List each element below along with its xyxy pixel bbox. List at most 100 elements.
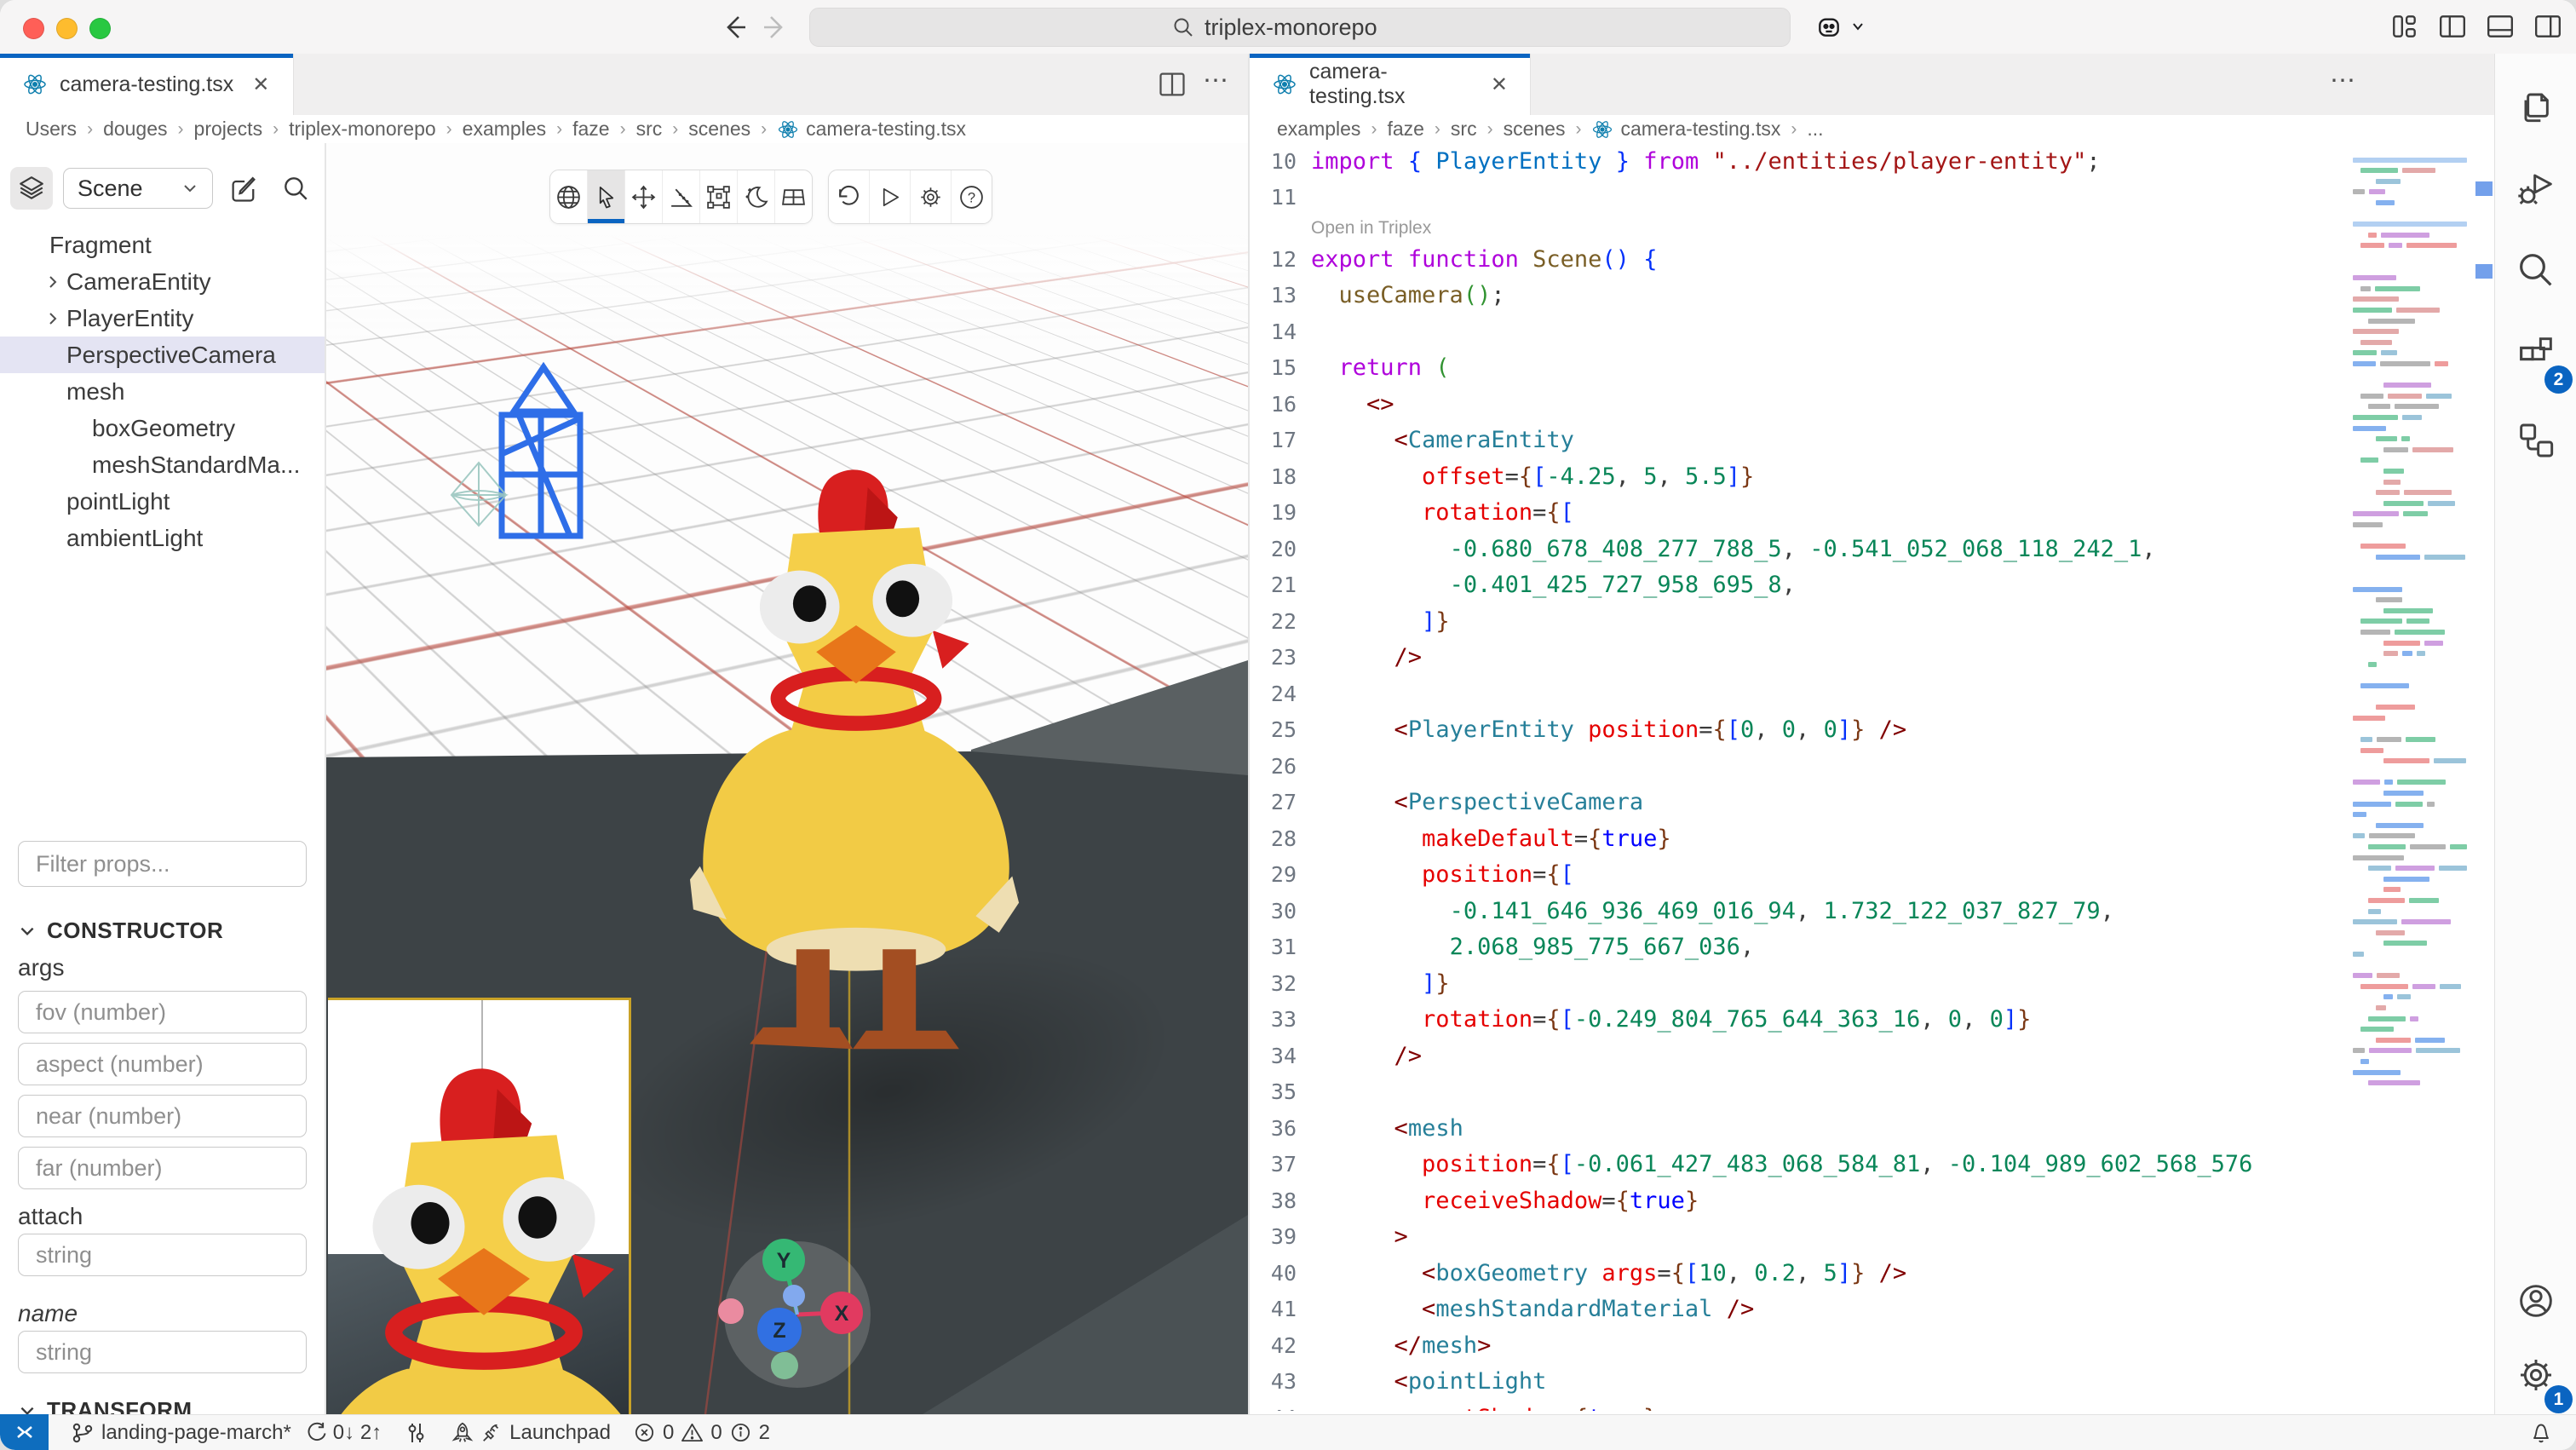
breadcrumb-item[interactable]: src — [1451, 118, 1477, 141]
neg-x-axis-ball[interactable] — [718, 1298, 744, 1324]
search-input[interactable] — [1203, 14, 1428, 42]
neg-z-axis-ball[interactable] — [783, 1285, 805, 1307]
code-text[interactable]: /> — [1311, 644, 1422, 670]
arg-input-fov[interactable] — [18, 991, 307, 1033]
customize-layout-icon[interactable] — [2390, 12, 2419, 41]
search-view-button[interactable] — [2516, 250, 2556, 291]
run-debug-button[interactable] — [2516, 169, 2556, 210]
sync-item[interactable]: 0↓ 2↑ — [303, 1421, 382, 1445]
play-button[interactable] — [870, 170, 911, 223]
constructor-section-header[interactable]: CONSTRUCTOR — [18, 918, 307, 944]
scene-selector[interactable]: Scene — [63, 168, 213, 209]
attach-input[interactable] — [18, 1234, 307, 1276]
breadcrumb-item[interactable]: Users — [26, 118, 77, 141]
toggle-left-panel-icon[interactable] — [2438, 12, 2467, 41]
flow-view-button[interactable] — [2516, 418, 2556, 459]
code-text[interactable]: position={[-0.061_427_483_068_584_81, -0… — [1311, 1151, 2252, 1177]
split-view-button[interactable] — [775, 170, 812, 223]
explorer-button[interactable] — [2516, 88, 2556, 129]
tab-close-icon[interactable]: ✕ — [1491, 72, 1508, 97]
toggle-bottom-panel-icon[interactable] — [2486, 12, 2515, 41]
code-text[interactable]: offset={[-4.25, 5, 5.5]} — [1311, 463, 1754, 490]
codelens-open-in-triplex[interactable]: Open in Triplex — [1311, 218, 1431, 239]
code-text[interactable]: <mesh — [1311, 1115, 1463, 1142]
code-text[interactable]: /> — [1311, 1043, 1422, 1069]
night-mode-button[interactable] — [738, 170, 775, 223]
breadcrumb-item[interactable]: projects — [194, 118, 263, 141]
code-text[interactable]: <PlayerEntity position={[0, 0, 0]} /> — [1311, 716, 1906, 743]
extensions-button[interactable]: 2 — [2516, 333, 2556, 374]
problems-item[interactable]: 0 0 2 — [633, 1421, 770, 1445]
breadcrumb-item[interactable]: camera-testing.tsx — [1591, 118, 1780, 141]
arg-input-aspect[interactable] — [18, 1043, 307, 1085]
arg-input-near[interactable] — [18, 1095, 307, 1137]
code-text[interactable]: -0.141_646_936_469_016_94, 1.732_122_037… — [1311, 898, 2114, 924]
git-branch-item[interactable]: landing-page-march* — [71, 1421, 291, 1445]
settings-button[interactable] — [911, 170, 952, 223]
launchpad-item[interactable]: Launchpad — [450, 1421, 611, 1445]
chevron-right-icon[interactable] — [44, 310, 66, 327]
select-tool-button[interactable] — [588, 170, 625, 223]
code-text[interactable]: <CameraEntity — [1311, 427, 1574, 453]
breadcrumb-item[interactable]: examples — [463, 118, 546, 141]
code-text[interactable]: </mesh> — [1311, 1332, 1491, 1359]
code-text[interactable]: castShadow={true} — [1311, 1405, 1657, 1411]
breadcrumb-item[interactable]: scenes — [1504, 118, 1566, 141]
split-editor-button[interactable] — [1157, 69, 1187, 100]
tree-item-fragment[interactable]: Fragment — [0, 227, 325, 263]
assistant-menu[interactable] — [1813, 10, 1866, 43]
breadcrumb-item[interactable]: scenes — [688, 118, 750, 141]
ports-item[interactable] — [404, 1421, 428, 1445]
breadcrumb-item[interactable]: ... — [1807, 118, 1823, 141]
remote-indicator[interactable] — [0, 1414, 49, 1450]
tree-item-perspectivecamera[interactable]: PerspectiveCamera — [0, 337, 325, 373]
edit-scene-button[interactable] — [228, 174, 259, 204]
forward-button[interactable] — [761, 13, 790, 42]
translate-tool-button[interactable] — [625, 170, 663, 223]
arg-input-far[interactable] — [18, 1147, 307, 1189]
rotate-tool-button[interactable] — [663, 170, 700, 223]
name-input[interactable] — [18, 1331, 307, 1373]
editor-more-actions-button[interactable]: ⋯ — [2330, 66, 2357, 95]
scale-tool-button[interactable] — [700, 170, 738, 223]
viewport-3d[interactable]: ? — [326, 143, 1248, 1414]
notifications-button[interactable] — [2528, 1420, 2554, 1446]
tree-item-playerentity[interactable]: PlayerEntity — [0, 300, 325, 337]
code-text[interactable]: return ( — [1311, 354, 1450, 381]
code-text[interactable]: rotation={[ — [1311, 499, 1574, 526]
code-area[interactable]: 10import { PlayerEntity } from "../entit… — [1250, 143, 2351, 1411]
code-text[interactable]: -0.401_425_727_958_695_8, — [1311, 572, 1796, 598]
code-text[interactable]: <> — [1311, 391, 1394, 417]
breadcrumb-item[interactable]: examples — [1277, 118, 1360, 141]
layers-button[interactable] — [10, 167, 53, 210]
left-more-actions-button[interactable]: ⋯ — [1203, 66, 1230, 95]
chicken-model[interactable] — [690, 465, 1022, 1051]
account-button[interactable] — [2516, 1280, 2556, 1321]
tree-item-boxgeometry[interactable]: boxGeometry — [0, 410, 325, 446]
project-search-bar[interactable] — [809, 8, 1791, 47]
editor-tab-camera-testing[interactable]: camera-testing.tsx ✕ — [1250, 54, 1531, 115]
breadcrumb-item[interactable]: triplex-monorepo — [289, 118, 436, 141]
tree-item-cameraentity[interactable]: CameraEntity — [0, 263, 325, 300]
tree-item-pointlight[interactable]: pointLight — [0, 483, 325, 520]
camera-helper-gizmo[interactable] — [502, 367, 580, 536]
breadcrumb-item[interactable]: src — [636, 118, 663, 141]
tree-item-meshstandardma[interactable]: meshStandardMa... — [0, 446, 325, 483]
code-text[interactable]: ]} — [1311, 970, 1450, 997]
zoom-window-button[interactable] — [89, 18, 111, 39]
filter-props-input[interactable] — [18, 841, 307, 887]
code-text[interactable]: 2.068_985_775_667_036, — [1311, 934, 1754, 960]
scene-search-button[interactable] — [281, 174, 310, 203]
code-text[interactable]: position={[ — [1311, 861, 1574, 888]
code-text[interactable]: ]} — [1311, 608, 1450, 635]
tab-close-icon[interactable]: ✕ — [252, 72, 269, 97]
code-text[interactable]: <pointLight — [1311, 1368, 1546, 1395]
code-text[interactable]: > — [1311, 1223, 1408, 1250]
close-window-button[interactable] — [23, 18, 44, 39]
tree-item-ambientlight[interactable]: ambientLight — [0, 520, 325, 556]
neg-y-axis-ball[interactable] — [771, 1352, 798, 1379]
chevron-right-icon[interactable] — [44, 273, 66, 291]
code-text[interactable]: -0.680_678_408_277_788_5, -0.541_052_068… — [1311, 536, 2156, 562]
undo-button[interactable] — [829, 170, 870, 223]
breadcrumb-item[interactable]: faze — [572, 118, 609, 141]
